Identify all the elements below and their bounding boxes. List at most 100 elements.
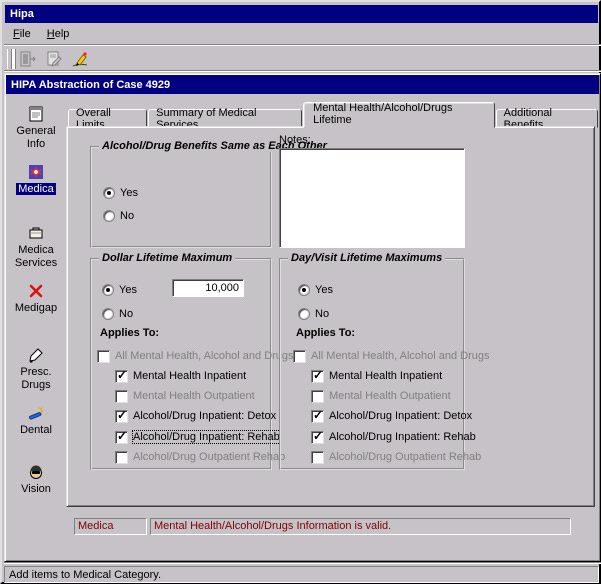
radio-label: No [315, 308, 329, 320]
red-x-icon [27, 282, 45, 300]
radio-circle [102, 308, 114, 320]
sidebar-item-label: Medigap [9, 302, 63, 315]
sidebar-item-label: Dental [9, 424, 63, 437]
checkbox-box [115, 451, 128, 464]
sidebar-item-presc-drugs[interactable]: Presc. Drugs [7, 346, 65, 392]
toolbar-grip[interactable] [7, 49, 12, 69]
notes-label: Notes: [279, 134, 311, 146]
radio-circle [103, 187, 115, 199]
window-title: Hipa [10, 8, 34, 20]
dayvisit-no-radio[interactable]: No [298, 307, 329, 321]
checkbox-box [115, 410, 128, 423]
report-icon [44, 49, 64, 69]
checkbox-label: Alcohol/Drug Inpatient: Detox [133, 410, 276, 422]
checkbox-label: Alcohol/Drug Inpatient: Rehab [329, 431, 476, 443]
tab-label: Mental Health/Alcohol/Drugs Lifetime [313, 102, 485, 126]
checkbox-label: Mental Health Inpatient [133, 370, 246, 382]
validation-status-text: Mental Health/Alcohol/Drugs Information … [154, 520, 391, 532]
sidebar-item-medigap[interactable]: Medigap [7, 282, 65, 315]
radio-label: Yes [119, 284, 137, 296]
radio-circle [103, 210, 115, 222]
checkbox-ad-inpatient-detox[interactable]: Alcohol/Drug Inpatient: Detox [115, 409, 276, 423]
sidebar-item-medica[interactable]: Medica [7, 163, 65, 196]
checkbox-mh-outpatient[interactable]: Mental Health Outpatient [115, 389, 255, 403]
briefcase-icon [27, 224, 45, 242]
dayvisit-yes-radio[interactable]: Yes [298, 283, 333, 297]
checkbox-box [115, 431, 128, 444]
form-icon [27, 105, 45, 123]
checkbox-label: Alcohol/Drug Outpatient Rehab [133, 451, 285, 463]
notes-textarea[interactable] [279, 148, 465, 248]
checkbox-ad-inpatient-detox[interactable]: Alcohol/Drug Inpatient: Detox [311, 409, 472, 423]
same-benefits-group: Alcohol/Drug Benefits Same as Each Other… [90, 146, 272, 248]
signature-icon [70, 49, 90, 69]
pen-icon [27, 346, 45, 364]
sidebar-item-dental[interactable]: Dental [7, 404, 65, 437]
checkbox-mh-inpatient[interactable]: Mental Health Inpatient [311, 369, 442, 383]
checkbox-box [311, 410, 324, 423]
dollar-no-radio[interactable]: No [102, 307, 133, 321]
checkbox-label: Mental Health Inpatient [329, 370, 442, 382]
toothbrush-icon [27, 404, 45, 422]
checkbox-label: Alcohol/Drug Inpatient: Rehab [133, 431, 280, 443]
group-title: Day/Visit Lifetime Maximums [288, 252, 445, 264]
applies-to-label: Applies To: [100, 327, 159, 339]
medica-icon [27, 163, 45, 181]
sidebar-item-label: Medica Services [9, 244, 63, 270]
exit-icon [18, 49, 38, 69]
same-benefits-no-radio[interactable]: No [103, 209, 134, 223]
report-button[interactable] [42, 48, 66, 70]
exit-button[interactable] [16, 48, 40, 70]
checkbox-label: All Mental Health, Alcohol and Drugs [115, 350, 294, 362]
sidebar-item-label: Vision [9, 483, 63, 496]
signature-button[interactable] [68, 48, 92, 70]
checkbox-mh-outpatient[interactable]: Mental Health Outpatient [311, 389, 451, 403]
face-glasses-icon [27, 463, 45, 481]
menu-help[interactable]: Help [39, 26, 78, 42]
sidebar-item-vision[interactable]: Vision [7, 463, 65, 496]
checkbox-all-mhad[interactable]: All Mental Health, Alcohol and Drugs [293, 349, 490, 363]
checkbox-box [97, 350, 110, 363]
checkbox-label: Alcohol/Drug Inpatient: Detox [329, 410, 472, 422]
applies-to-label: Applies To: [296, 327, 355, 339]
toolbar [5, 47, 94, 70]
category-status-field: Medica [74, 518, 147, 535]
checkbox-box [311, 390, 324, 403]
checkbox-label: Mental Health Outpatient [133, 390, 255, 402]
checkbox-label: Alcohol/Drug Outpatient Rehab [329, 451, 481, 463]
divider [4, 44, 601, 46]
same-benefits-yes-radio[interactable]: Yes [103, 186, 138, 200]
radio-label: No [120, 210, 134, 222]
validation-status-field: Mental Health/Alcohol/Drugs Information … [150, 518, 571, 535]
checkbox-box [115, 370, 128, 383]
checkbox-ad-outpatient-rehab[interactable]: Alcohol/Drug Outpatient Rehab [115, 450, 285, 464]
sidebar-item-medica-services[interactable]: Medica Services [7, 224, 65, 270]
checkbox-ad-inpatient-rehab[interactable]: Alcohol/Drug Inpatient: Rehab [311, 430, 476, 444]
radio-circle [298, 284, 310, 296]
checkbox-all-mhad[interactable]: All Mental Health, Alcohol and Drugs [97, 349, 294, 363]
category-status-text: Medica [78, 520, 113, 532]
checkbox-box [293, 350, 306, 363]
sidebar-item-label: Medica [9, 183, 63, 196]
checkbox-box [311, 431, 324, 444]
main-titlebar[interactable]: Hipa [5, 5, 598, 23]
sidebar-item-general-info[interactable]: General Info [7, 105, 65, 151]
menubar: File Help [5, 25, 77, 43]
checkbox-box [311, 451, 324, 464]
checkbox-label: All Mental Health, Alcohol and Drugs [311, 350, 490, 362]
tab-mental-health-lifetime[interactable]: Mental Health/Alcohol/Drugs Lifetime [303, 102, 495, 128]
checkbox-box [311, 370, 324, 383]
checkbox-ad-inpatient-rehab[interactable]: Alcohol/Drug Inpatient: Rehab [115, 430, 280, 444]
dollar-max-input[interactable] [172, 279, 244, 297]
sidebar-item-label: Presc. Drugs [9, 366, 63, 392]
radio-circle [102, 284, 114, 296]
checkbox-ad-outpatient-rehab[interactable]: Alcohol/Drug Outpatient Rehab [311, 450, 481, 464]
case-titlebar[interactable]: HIPA Abstraction of Case 4929 [6, 75, 599, 94]
menu-file[interactable]: File [5, 26, 39, 42]
dollar-yes-radio[interactable]: Yes [102, 283, 137, 297]
dayvisit-lifetime-group: Day/Visit Lifetime Maximums Yes No Appli… [279, 258, 465, 470]
radio-circle [298, 308, 310, 320]
dollar-lifetime-group: Dollar Lifetime Maximum Yes No Applies T… [90, 258, 272, 470]
checkbox-mh-inpatient[interactable]: Mental Health Inpatient [115, 369, 246, 383]
radio-label: No [119, 308, 133, 320]
